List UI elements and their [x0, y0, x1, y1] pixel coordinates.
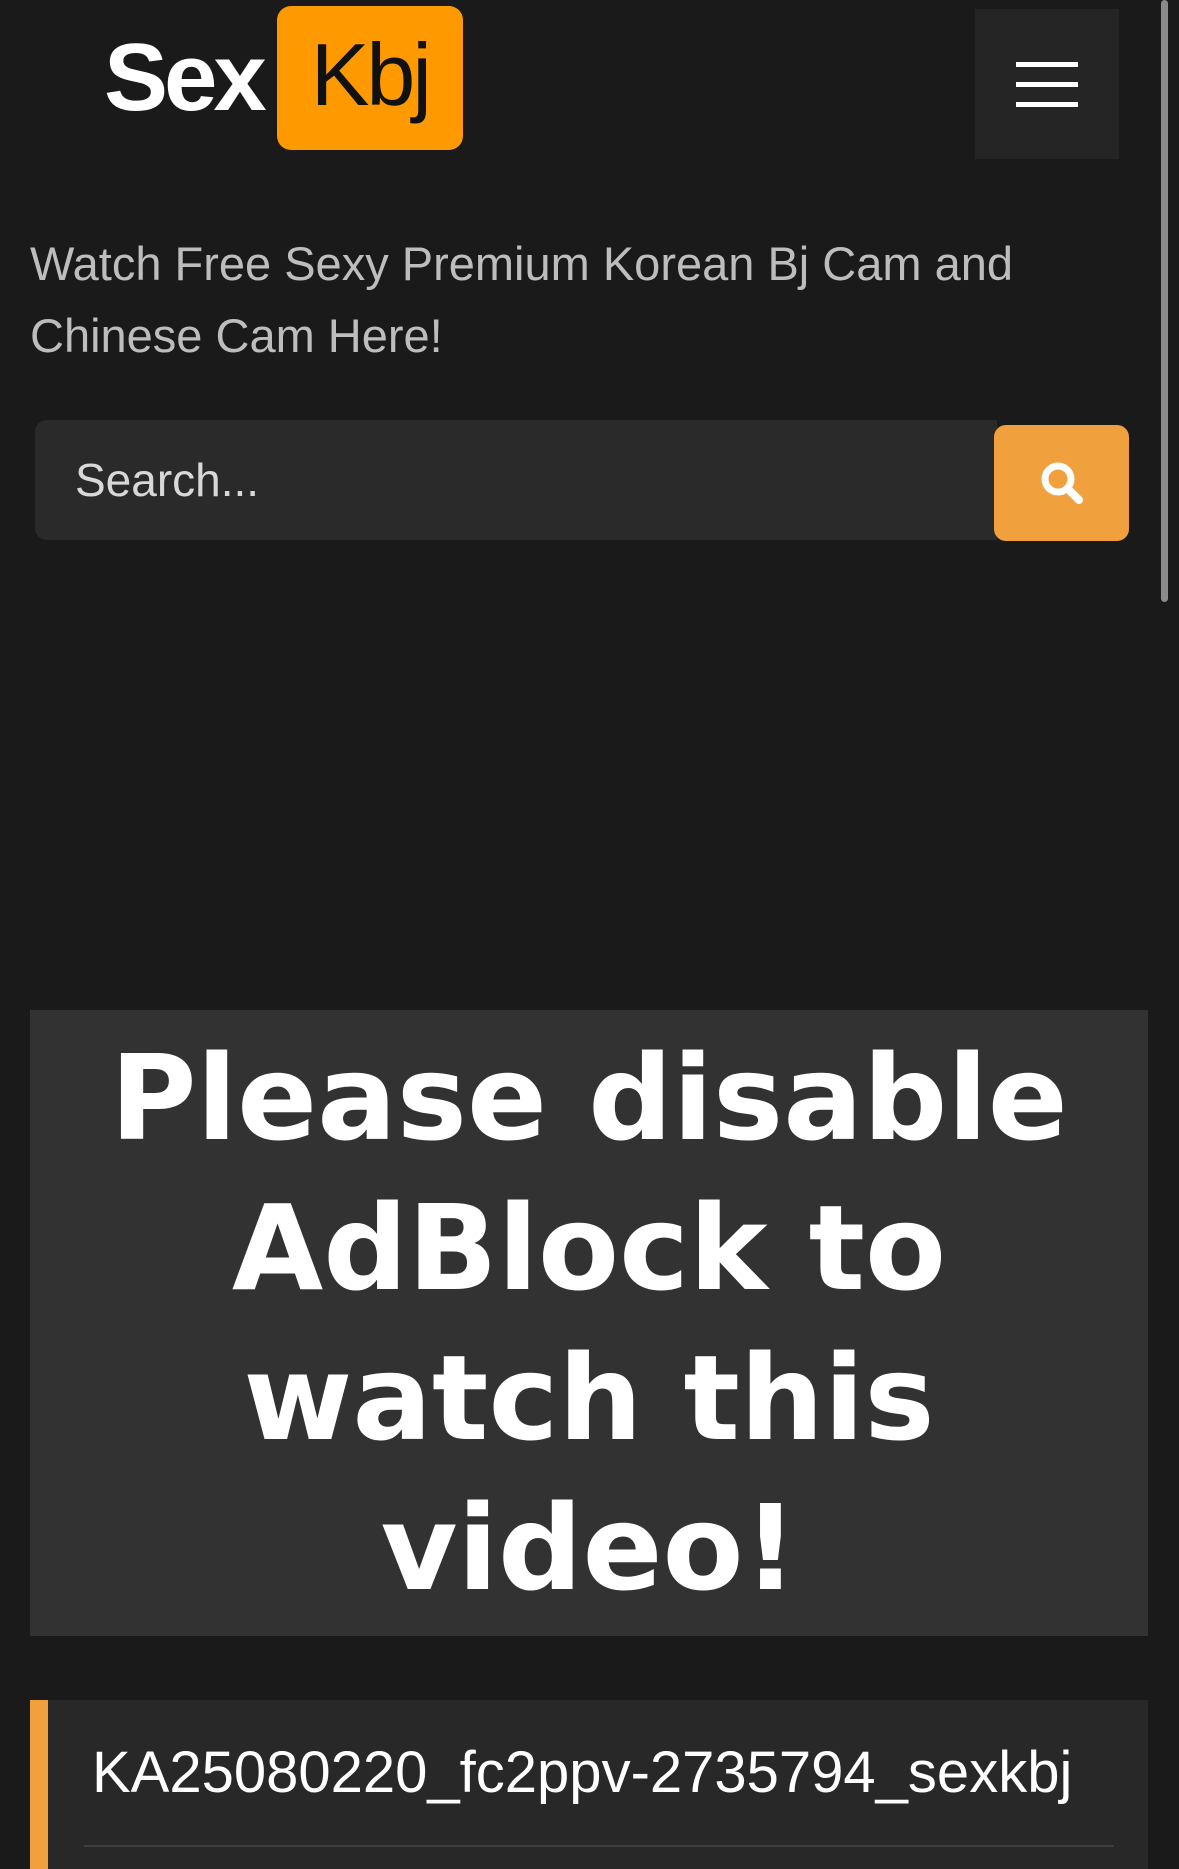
search-button[interactable] [994, 425, 1129, 541]
hamburger-menu-icon-bar [1016, 101, 1078, 107]
search-form [35, 420, 1129, 542]
title-divider [84, 1845, 1114, 1847]
menu-button[interactable] [975, 9, 1119, 159]
search-input[interactable] [35, 420, 997, 540]
video-title-box: KA25080220_fc2ppv-2735794_sexkbj [30, 1700, 1148, 1869]
adblock-notice: Please disable AdBlock to watch this vid… [110, 1029, 1068, 1617]
logo-text-kbj: Kbj [276, 6, 463, 150]
search-icon [1041, 462, 1083, 504]
video-title: KA25080220_fc2ppv-2735794_sexkbj [92, 1740, 1073, 1805]
site-logo[interactable]: Sex Kbj [104, 6, 463, 150]
logo-text-sex: Sex [104, 24, 267, 131]
site-tagline: Watch Free Sexy Premium Korean Bj Cam an… [30, 237, 1014, 362]
page-scrollbar[interactable] [1161, 0, 1168, 602]
title-accent-bar [30, 1700, 48, 1869]
hamburger-menu-icon-bar [1016, 81, 1078, 87]
hamburger-menu-icon [1016, 61, 1078, 67]
video-player[interactable]: Please disable AdBlock to watch this vid… [30, 1010, 1148, 1636]
